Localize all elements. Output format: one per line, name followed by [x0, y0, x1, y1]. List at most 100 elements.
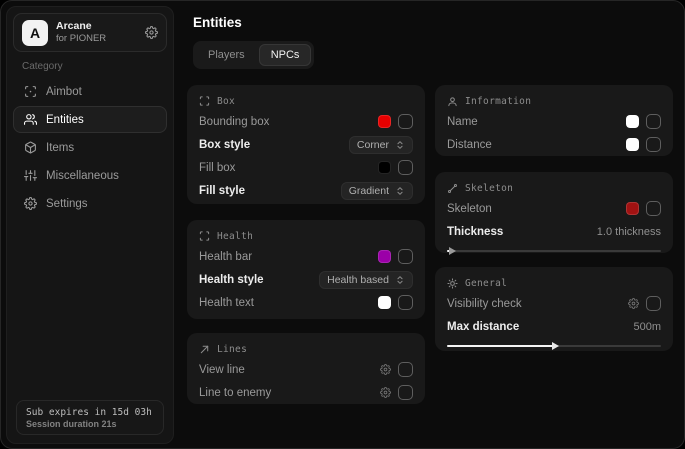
select-value: Health based	[327, 274, 389, 286]
select-value: Corner	[357, 139, 389, 151]
setting-row-view-line: View line	[199, 358, 413, 381]
app-logo: A	[22, 20, 48, 46]
card-title: Box	[217, 96, 235, 107]
app-subtitle: for PIONER	[56, 33, 106, 45]
sliders-icon	[24, 169, 37, 182]
setting-label: Distance	[447, 139, 492, 151]
box-brackets-icon	[199, 95, 210, 107]
select-value: Gradient	[349, 185, 389, 197]
subscription-box: Sub expires in 15d 03h Session duration …	[16, 400, 164, 435]
sidebar-header: A Arcane for PIONER	[13, 13, 167, 52]
color-swatch[interactable]	[378, 161, 391, 174]
sidebar: A Arcane for PIONER Category Aimbot	[6, 6, 174, 444]
setting-label: Health bar	[199, 251, 252, 263]
keybind-gear-icon[interactable]	[380, 364, 391, 375]
color-swatch[interactable]	[378, 296, 391, 309]
setting-label: Line to enemy	[199, 387, 271, 399]
color-swatch[interactable]	[626, 138, 639, 151]
setting-row-visibility-check: Visibility check	[447, 292, 661, 315]
card-health: Health Health bar Health style Health ba…	[187, 220, 425, 319]
color-swatch[interactable]	[626, 115, 639, 128]
tab-npcs[interactable]: NPCs	[259, 44, 312, 66]
setting-row-line-to-enemy: Line to enemy	[199, 381, 413, 404]
setting-label: Max distance	[447, 321, 519, 333]
name-checkbox[interactable]	[646, 114, 661, 129]
setting-label: Skeleton	[447, 203, 492, 215]
slider-thumb[interactable]	[449, 247, 456, 255]
sun-icon	[447, 278, 458, 289]
card-lines: Lines View line Line to enemy	[187, 333, 425, 404]
chevron-updown-icon	[395, 275, 405, 285]
slider-thumb[interactable]	[552, 342, 559, 350]
sidebar-item-label: Settings	[46, 198, 88, 210]
crosshair-icon	[24, 85, 37, 98]
setting-row-name: Name	[447, 110, 661, 133]
thickness-value: 1.0 thickness	[597, 226, 661, 238]
setting-label: Bounding box	[199, 116, 269, 128]
sidebar-item-miscellaneous[interactable]: Miscellaneous	[13, 162, 167, 189]
sidebar-item-label: Items	[46, 142, 74, 154]
color-swatch[interactable]	[378, 115, 391, 128]
health-style-select[interactable]: Health based	[319, 271, 413, 289]
setting-row-health-text: Health text	[199, 291, 413, 314]
fill-style-select[interactable]: Gradient	[341, 182, 413, 200]
card-title: Skeleton	[465, 183, 513, 194]
setting-row-health-style: Health style Health based	[199, 268, 413, 291]
line-to-enemy-checkbox[interactable]	[398, 385, 413, 400]
slider-fill	[447, 345, 554, 347]
max-distance-slider[interactable]	[447, 341, 661, 351]
setting-label: Thickness	[447, 226, 503, 238]
setting-label: Health style	[199, 274, 264, 286]
setting-label: Fill style	[199, 185, 245, 197]
setting-label: Name	[447, 116, 478, 128]
color-swatch[interactable]	[378, 250, 391, 263]
category-label: Category	[22, 61, 63, 72]
health-bar-checkbox[interactable]	[398, 249, 413, 264]
card-information: Information Name Distance	[435, 85, 673, 156]
distance-checkbox[interactable]	[646, 137, 661, 152]
sidebar-item-entities[interactable]: Entities	[13, 106, 167, 133]
setting-row-distance: Distance	[447, 133, 661, 156]
visibility-check-checkbox[interactable]	[646, 296, 661, 311]
slider-track[interactable]	[447, 250, 661, 252]
max-distance-value: 500m	[633, 321, 661, 333]
app-name: Arcane	[56, 20, 106, 33]
setting-label: Visibility check	[447, 298, 522, 310]
card-general: General Visibility check Max distance 50…	[435, 267, 673, 351]
sidebar-item-items[interactable]: Items	[13, 134, 167, 161]
tab-players[interactable]: Players	[196, 44, 257, 66]
color-swatch[interactable]	[626, 202, 639, 215]
card-title: Information	[465, 96, 531, 107]
sidebar-item-settings[interactable]: Settings	[13, 190, 167, 217]
setting-row-thickness: Thickness 1.0 thickness	[447, 220, 661, 243]
card-box: Box Bounding box Box style Corner Fill b…	[187, 85, 425, 204]
setting-row-health-bar: Health bar	[199, 245, 413, 268]
setting-row-fill-style: Fill style Gradient	[199, 179, 413, 202]
users-icon	[24, 113, 37, 126]
sidebar-item-aimbot[interactable]: Aimbot	[13, 78, 167, 105]
gear-icon	[24, 197, 37, 210]
setting-row-max-distance: Max distance 500m	[447, 315, 661, 338]
keybind-gear-icon[interactable]	[628, 298, 639, 309]
card-title: General	[465, 278, 507, 289]
box-style-select[interactable]: Corner	[349, 136, 413, 154]
view-line-checkbox[interactable]	[398, 362, 413, 377]
skeleton-checkbox[interactable]	[646, 201, 661, 216]
setting-row-box-style: Box style Corner	[199, 133, 413, 156]
setting-label: Fill box	[199, 162, 235, 174]
bounding-box-checkbox[interactable]	[398, 114, 413, 129]
main-content: Entities Players NPCs Box Bounding box B…	[181, 1, 684, 448]
keybind-gear-icon[interactable]	[380, 387, 391, 398]
fill-box-checkbox[interactable]	[398, 160, 413, 175]
sidebar-nav: Aimbot Entities Items Miscellaneous	[13, 78, 167, 217]
sidebar-settings-button[interactable]	[145, 26, 158, 39]
setting-label: Health text	[199, 297, 254, 309]
package-icon	[24, 141, 37, 154]
sidebar-item-label: Aimbot	[46, 86, 82, 98]
health-text-checkbox[interactable]	[398, 295, 413, 310]
thickness-slider[interactable]	[447, 246, 661, 256]
diagonal-arrow-icon	[199, 344, 210, 355]
setting-row-fill-box: Fill box	[199, 156, 413, 179]
chevron-updown-icon	[395, 140, 405, 150]
health-brackets-icon	[199, 230, 210, 242]
